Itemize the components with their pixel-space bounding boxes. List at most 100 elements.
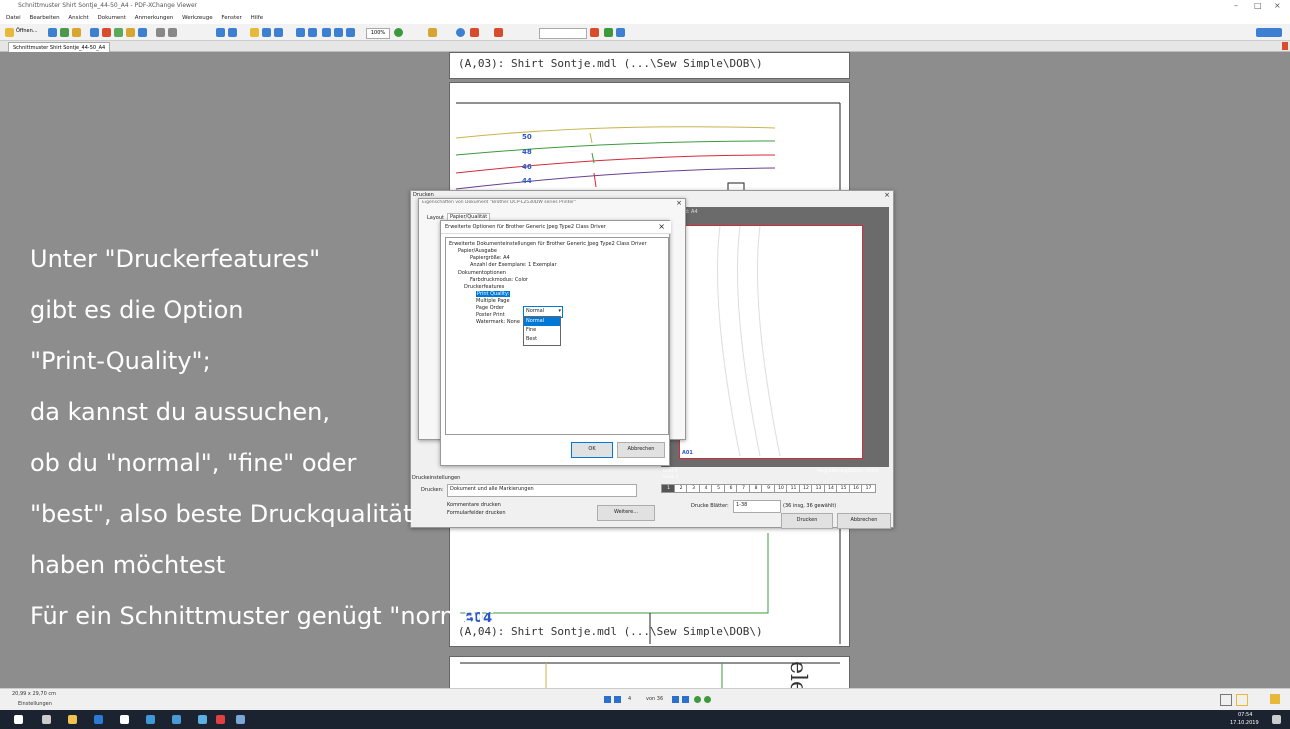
tab-paper-quality[interactable]: Papier/Qualität	[447, 213, 491, 220]
browser-icon[interactable]	[146, 715, 155, 724]
print-what-select[interactable]: Dokument und alle Markierungen	[447, 484, 637, 497]
print-button[interactable]: Drucken	[781, 513, 833, 529]
comments-checkbox[interactable]: Kommentare drucken	[447, 502, 501, 508]
save-icon[interactable]	[48, 28, 57, 37]
zoom-plus-icon[interactable]	[394, 28, 403, 37]
continuous-view-icon[interactable]	[1236, 694, 1248, 706]
tree-multiple-page[interactable]: Multiple Page	[476, 298, 510, 304]
option-best[interactable]: Best	[524, 335, 560, 344]
tree-paper-output[interactable]: Papier/Ausgabe	[458, 248, 497, 254]
menu-bearbeiten[interactable]: Bearbeiten	[29, 15, 59, 21]
zoom-in-icon[interactable]	[308, 28, 317, 37]
single-page-icon[interactable]	[322, 28, 331, 37]
menu-fenster[interactable]: Fenster	[221, 15, 241, 21]
clock-time[interactable]: 07:54	[1238, 712, 1252, 718]
properties-close-icon[interactable]: ×	[676, 199, 682, 207]
menu-dokument[interactable]: Dokument	[97, 15, 126, 21]
next-page-nav-icon[interactable]	[672, 696, 679, 703]
tree-watermark[interactable]: Watermark: None	[476, 319, 520, 325]
file-explorer-icon[interactable]	[68, 715, 77, 724]
app-icon[interactable]	[216, 715, 225, 724]
pdf-viewer-taskbar-icon[interactable]	[236, 715, 245, 724]
current-page[interactable]: 4	[628, 696, 631, 702]
properties-dialog-title: Eigenschaften von Dokument "Brother DCP-…	[422, 200, 577, 205]
redo-icon[interactable]	[138, 28, 147, 37]
layout-options-icon[interactable]	[1270, 694, 1280, 704]
tree-doc-options[interactable]: Dokumentoptionen	[458, 270, 506, 276]
comment-icon[interactable]	[456, 28, 465, 37]
fit-page-icon[interactable]	[250, 28, 259, 37]
select-tool-icon[interactable]	[102, 28, 111, 37]
rotate-icon[interactable]	[216, 28, 225, 37]
form-fields-checkbox[interactable]: Formularfelder drucken	[447, 510, 506, 516]
close-button[interactable]: ×	[1274, 0, 1281, 12]
task-view-icon[interactable]	[42, 715, 51, 724]
menu-anmerkungen[interactable]: Anmerkungen	[135, 15, 174, 21]
pen-icon[interactable]	[494, 28, 503, 37]
open-button-label[interactable]: Öffnen...	[16, 28, 38, 34]
mail-icon[interactable]	[172, 715, 181, 724]
print-icon[interactable]	[60, 28, 69, 37]
start-icon[interactable]	[14, 715, 23, 724]
undo-icon[interactable]	[126, 28, 135, 37]
tree-print-quality[interactable]: Print Quality:	[476, 291, 511, 297]
actual-size-icon[interactable]	[274, 28, 283, 37]
typewriter-icon[interactable]	[428, 28, 437, 37]
back-nav-icon[interactable]	[694, 696, 701, 703]
menu-hilfe[interactable]: Hilfe	[251, 15, 264, 21]
prev-page-icon[interactable]	[168, 28, 177, 37]
page-number-cell[interactable]: 17	[861, 484, 876, 493]
advanced-cancel-button[interactable]: Abbrechen	[617, 442, 665, 458]
menu-datei[interactable]: Datei	[6, 15, 21, 21]
tree-printer-features[interactable]: Druckerfeatures	[464, 284, 504, 290]
snapshot-icon[interactable]	[114, 28, 123, 37]
tree-root[interactable]: Erweiterte Dokumenteinstellungen für Bro…	[449, 241, 647, 247]
prev-page-nav-icon[interactable]	[614, 696, 621, 703]
first-page-nav-icon[interactable]	[604, 696, 611, 703]
clock-date[interactable]: 17.10.2019	[1230, 720, 1259, 726]
pages-input[interactable]: 1-38	[733, 500, 781, 513]
continuous-icon[interactable]	[334, 28, 343, 37]
settings-menu[interactable]: Einstellungen	[18, 701, 52, 707]
first-page-icon[interactable]	[156, 28, 165, 37]
close-all-icon[interactable]	[1282, 42, 1288, 50]
ok-button[interactable]: OK	[571, 442, 613, 458]
facing-icon[interactable]	[346, 28, 355, 37]
last-page-nav-icon[interactable]	[682, 696, 689, 703]
stamp-icon[interactable]	[616, 28, 625, 37]
photos-icon[interactable]	[198, 715, 207, 724]
highlight-icon[interactable]	[470, 28, 479, 37]
find-icon[interactable]	[590, 28, 599, 37]
print-cancel-button[interactable]: Abbrechen	[837, 513, 891, 529]
zoom-out-icon[interactable]	[296, 28, 305, 37]
option-fine[interactable]: Fine	[524, 326, 560, 335]
more-button[interactable]: Weitere...	[597, 505, 655, 521]
forward-nav-icon[interactable]	[704, 696, 711, 703]
notification-icon[interactable]	[1272, 715, 1281, 724]
maximize-button[interactable]: □	[1254, 0, 1262, 12]
minimize-button[interactable]: –	[1234, 0, 1238, 12]
settings-taskbar-icon[interactable]	[120, 715, 129, 724]
tree-poster-print[interactable]: Poster Print	[476, 312, 505, 318]
tree-copies[interactable]: Anzahl der Exemplare: 1 Exemplar	[470, 262, 557, 268]
rotate-right-icon[interactable]	[228, 28, 237, 37]
fit-width-icon[interactable]	[262, 28, 271, 37]
option-normal[interactable]: Normal	[524, 317, 560, 326]
menu-werkzeuge[interactable]: Werkzeuge	[182, 15, 213, 21]
open-icon[interactable]	[5, 28, 14, 37]
edge-icon[interactable]	[94, 715, 103, 724]
page-total: von 36	[646, 696, 664, 702]
print-dialog-close-icon[interactable]: ×	[884, 191, 890, 199]
size-label-44: 44	[522, 177, 532, 185]
advanced-close-icon[interactable]: ×	[658, 222, 665, 231]
tree-paper-size[interactable]: Papiergröße: A4	[470, 255, 510, 261]
email-icon[interactable]	[72, 28, 81, 37]
search-combo[interactable]	[539, 28, 587, 39]
tree-color-mode[interactable]: Farbdruckmodus: Color	[470, 277, 528, 283]
hand-tool-icon[interactable]	[90, 28, 99, 37]
zoom-field[interactable]: 100%	[366, 28, 390, 39]
single-view-icon[interactable]	[1220, 694, 1232, 706]
tree-page-order[interactable]: Page Order	[476, 305, 504, 311]
bookmark-icon[interactable]	[604, 28, 613, 37]
menu-ansicht[interactable]: Ansicht	[68, 15, 88, 21]
